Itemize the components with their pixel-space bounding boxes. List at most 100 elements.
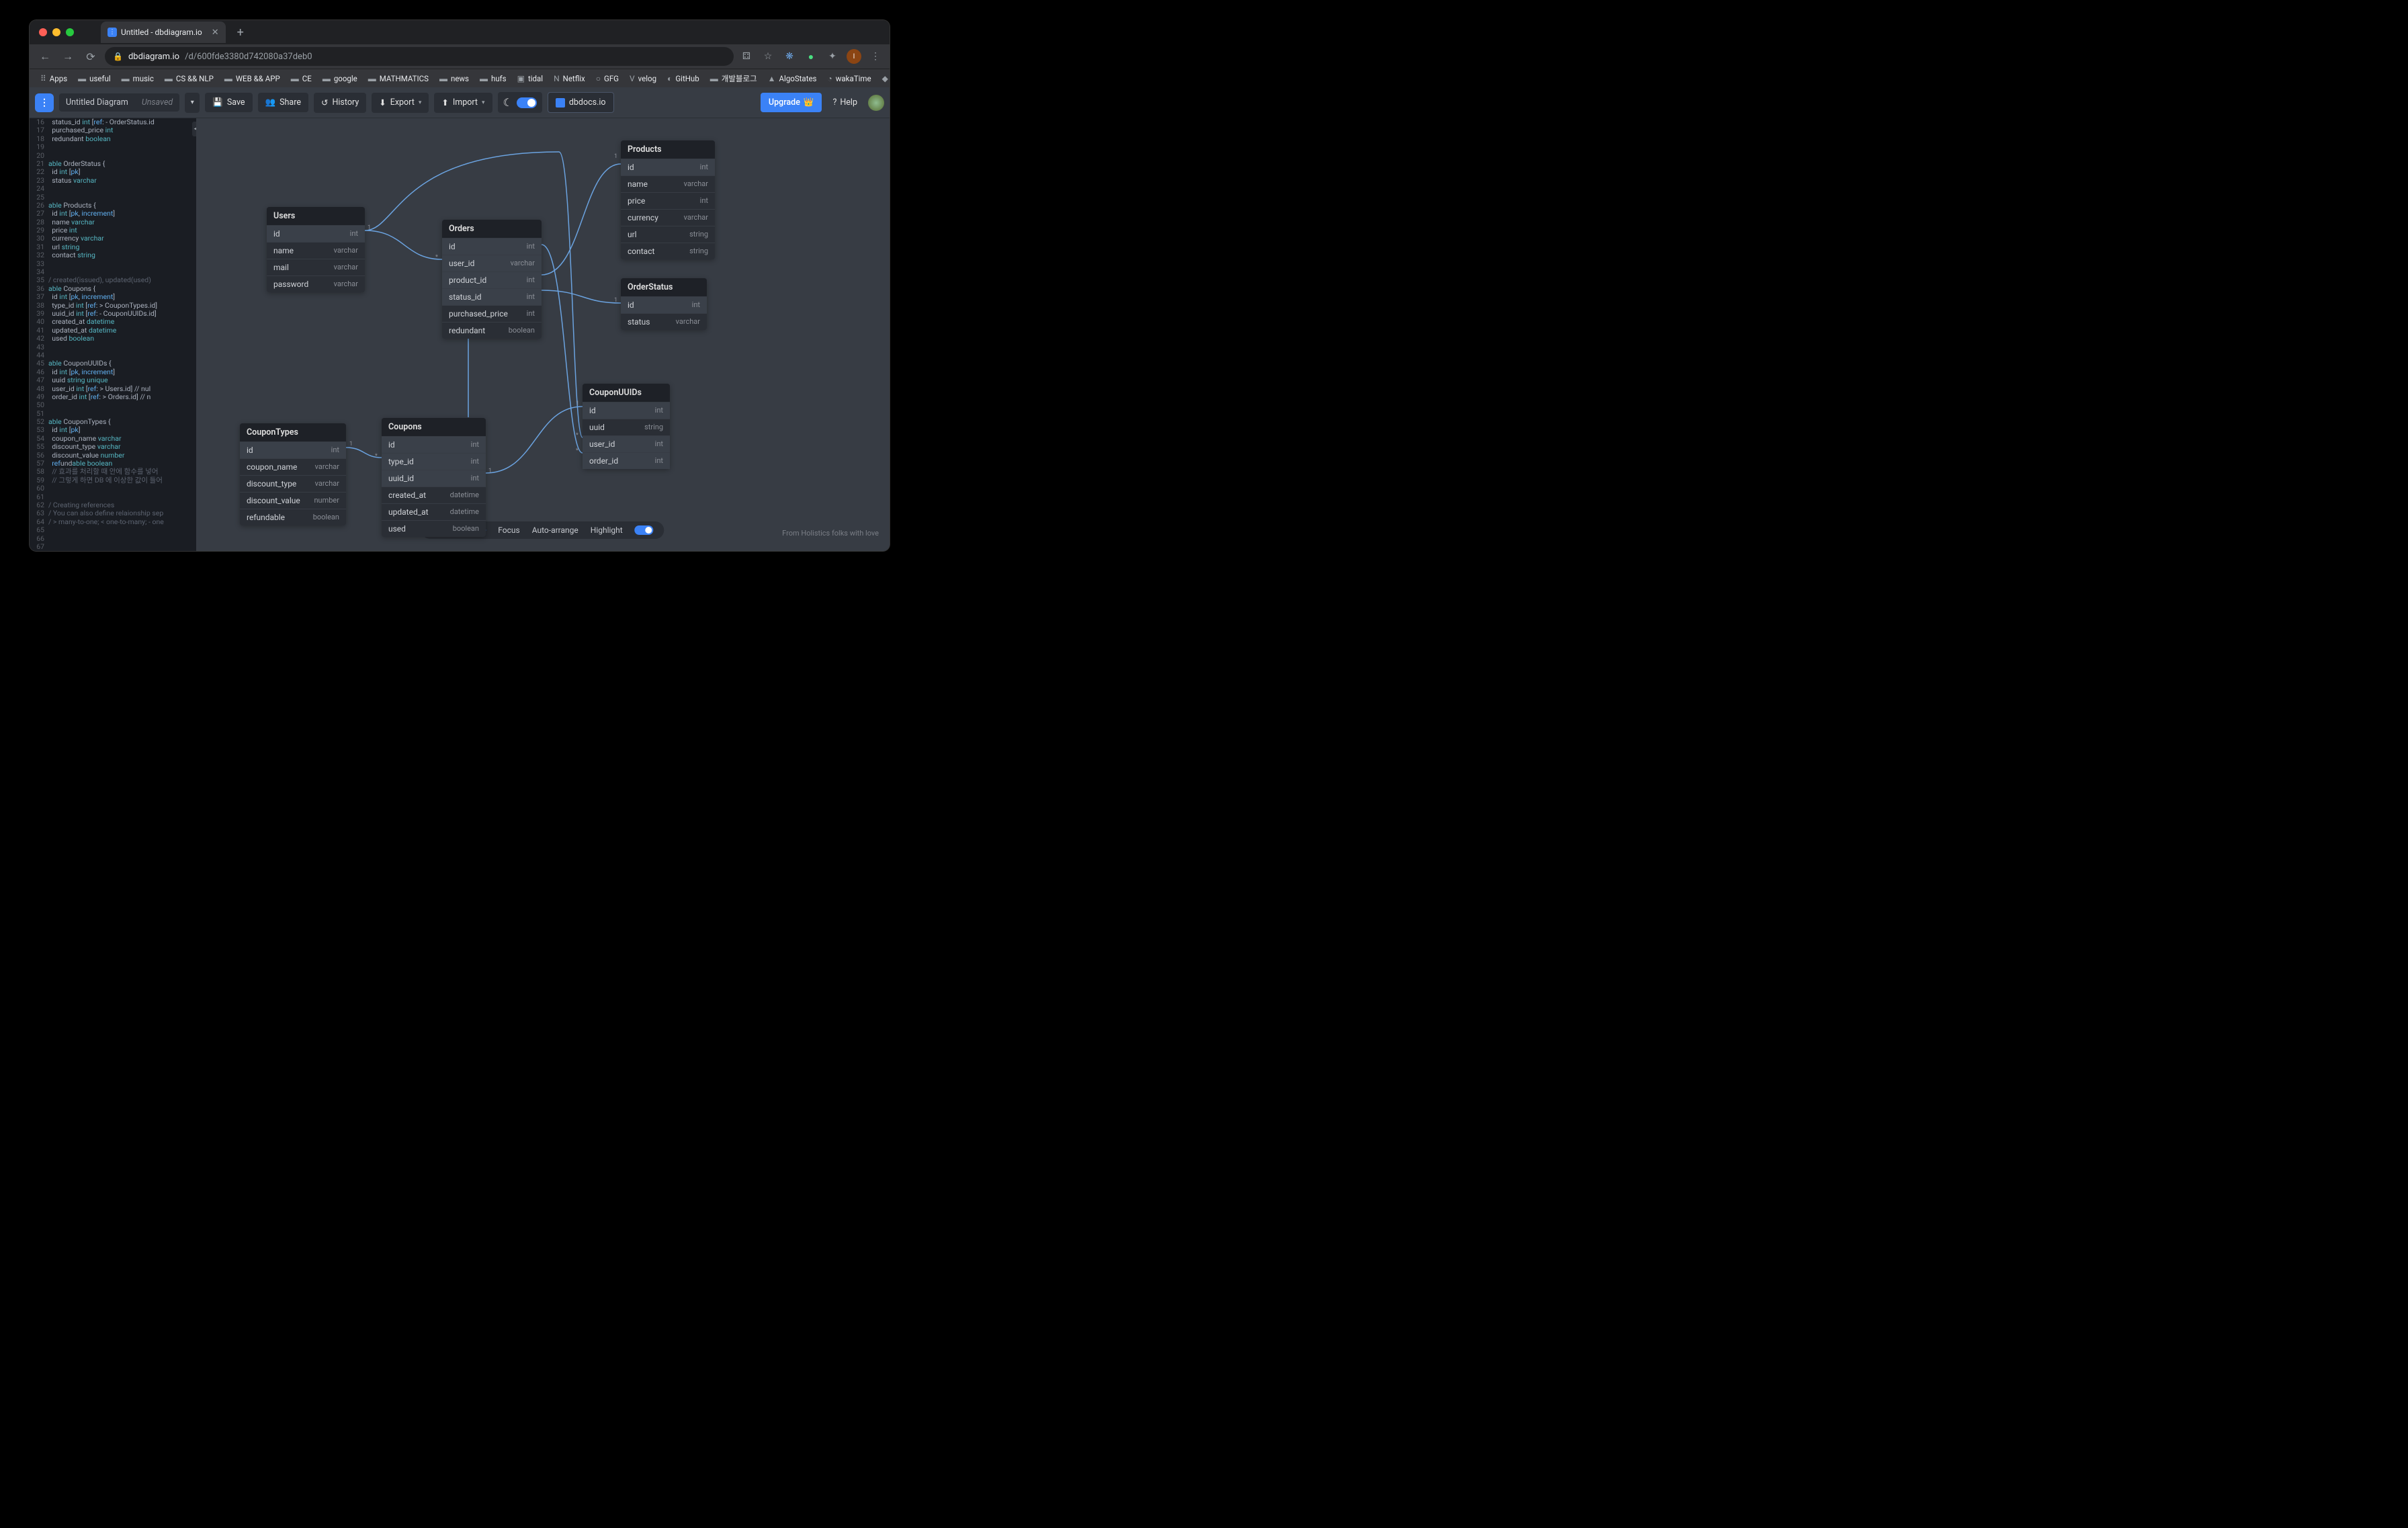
table-column[interactable]: usedboolean [382, 520, 486, 537]
export-button[interactable]: ⬇Export▾ [372, 93, 429, 113]
bookmark-item[interactable]: ▬CE [287, 72, 316, 85]
new-tab-button[interactable]: + [232, 26, 249, 40]
table-column[interactable]: created_atdatetime [382, 486, 486, 503]
highlight-toggle[interactable] [635, 525, 654, 535]
bookmark-item[interactable]: Vvelog [626, 72, 660, 85]
diagram-dropdown[interactable]: ▾ [185, 93, 200, 113]
table-column[interactable]: contactstring [621, 243, 715, 259]
profile-avatar[interactable]: I [847, 49, 861, 64]
table-header[interactable]: Coupons [382, 418, 486, 436]
bookmark-item[interactable]: ◔wakaTime [824, 72, 875, 85]
table-column[interactable]: redundantboolean [442, 322, 542, 339]
table-header[interactable]: CouponTypes [240, 423, 346, 441]
bookmark-item[interactable]: ▬WEB && APP [220, 72, 284, 85]
bookmark-item[interactable]: ▬google [318, 72, 361, 85]
table-column[interactable]: idint [382, 436, 486, 453]
back-button[interactable]: ← [36, 48, 54, 65]
minimize-window-button[interactable] [52, 28, 60, 36]
table-column[interactable]: idint [267, 225, 365, 242]
share-button[interactable]: 👥Share [258, 93, 308, 112]
ext-icon-1[interactable]: ❋ [782, 49, 797, 64]
bookmark-item[interactable]: ▬news [435, 72, 473, 85]
table-orders[interactable]: Ordersidintuser_idvarcharproduct_idintst… [442, 220, 542, 339]
import-button[interactable]: ⬆Import▾ [434, 93, 492, 113]
bookmark-item[interactable]: NNetflix [550, 72, 589, 85]
table-coupons[interactable]: Couponsidinttype_idintuuid_idintcreated_… [382, 418, 486, 537]
toggle-switch[interactable] [517, 97, 537, 108]
table-column[interactable]: idint [240, 441, 346, 458]
table-column[interactable]: product_idint [442, 271, 542, 288]
bookmark-item[interactable]: ○GFG [592, 72, 623, 85]
table-couponuuids[interactable]: CouponUUIDsidintuuidstringuser_idintorde… [583, 384, 670, 469]
table-column[interactable]: idint [442, 238, 542, 255]
browser-tab[interactable]: ⋮ Untitled - dbdiagram.io ✕ [101, 22, 226, 43]
table-column[interactable]: order_idint [583, 452, 670, 469]
maximize-window-button[interactable] [66, 28, 74, 36]
table-column[interactable]: urlstring [621, 226, 715, 243]
ext-icon-2[interactable]: ● [804, 49, 818, 64]
table-column[interactable]: status_idint [442, 288, 542, 305]
bookmark-item[interactable]: ▬CS && NLP [161, 72, 218, 85]
theme-toggle[interactable]: ☾ [498, 92, 542, 113]
upgrade-button[interactable]: Upgrade👑 [761, 93, 822, 112]
forward-button[interactable]: → [59, 48, 77, 65]
table-column[interactable]: purchased_priceint [442, 305, 542, 322]
extensions-icon[interactable]: ✦ [825, 49, 840, 64]
app-logo-icon[interactable]: ⋮ [35, 93, 54, 112]
table-column[interactable]: type_idint [382, 453, 486, 470]
table-column[interactable]: uuidstring [583, 419, 670, 435]
table-users[interactable]: Usersidintnamevarcharmailvarcharpassword… [267, 207, 365, 292]
table-column[interactable]: currencyvarchar [621, 209, 715, 226]
bookmark-item[interactable]: ▬MATHMATICS [364, 72, 433, 85]
table-column[interactable]: updated_atdatetime [382, 503, 486, 520]
history-button[interactable]: ↺History [314, 93, 366, 113]
bookmark-item[interactable]: ▬hufs [476, 72, 511, 85]
table-coupontypes[interactable]: CouponTypesidintcoupon_namevarchardiscou… [240, 423, 346, 525]
table-header[interactable]: CouponUUIDs [583, 384, 670, 402]
table-header[interactable]: Products [621, 140, 715, 159]
save-button[interactable]: 💾Save [205, 93, 252, 112]
bookmark-item[interactable]: ▬useful [74, 72, 115, 85]
close-window-button[interactable] [39, 28, 47, 36]
table-products[interactable]: Productsidintnamevarcharpriceintcurrency… [621, 140, 715, 259]
bookmark-item[interactable]: ⠿Apps [36, 72, 71, 85]
table-column[interactable]: user_idvarchar [442, 255, 542, 271]
bookmark-item[interactable]: ▬개발블로그 [706, 71, 761, 86]
table-column[interactable]: mailvarchar [267, 259, 365, 275]
reload-button[interactable]: ⟳ [82, 48, 99, 65]
bookmark-item[interactable]: ◐GitHub [663, 72, 703, 85]
table-column[interactable]: discount_typevarchar [240, 475, 346, 492]
table-column[interactable]: coupon_namevarchar [240, 458, 346, 475]
table-column[interactable]: idint [621, 159, 715, 175]
table-column[interactable]: statusvarchar [621, 313, 707, 330]
table-column[interactable]: passwordvarchar [267, 275, 365, 292]
focus-button[interactable]: Focus [498, 525, 519, 535]
bookmark-item[interactable]: ◆leetcode [878, 72, 890, 85]
star-icon[interactable]: ☆ [761, 49, 775, 64]
table-orderstatus[interactable]: OrderStatusidintstatusvarchar [621, 278, 707, 330]
user-avatar[interactable] [868, 95, 884, 111]
table-column[interactable]: namevarchar [621, 175, 715, 192]
code-editor[interactable]: ◀ 16 status_id int [ref: - OrderStatus.i… [30, 118, 196, 551]
diagram-canvas[interactable]: 104 % Focus Auto-arrange Highlight From … [196, 118, 890, 551]
translate-icon[interactable]: ⚃ [739, 49, 754, 64]
bookmark-item[interactable]: ▬music [118, 72, 158, 85]
table-column[interactable]: discount_valuenumber [240, 492, 346, 509]
table-header[interactable]: Orders [442, 220, 542, 238]
table-column[interactable]: priceint [621, 192, 715, 209]
close-tab-icon[interactable]: ✕ [212, 28, 219, 38]
table-column[interactable]: idint [583, 402, 670, 419]
table-column[interactable]: namevarchar [267, 242, 365, 259]
collapse-editor-button[interactable]: ◀ [192, 122, 196, 136]
table-column[interactable]: uuid_idint [382, 470, 486, 486]
menu-icon[interactable]: ⋮ [868, 49, 883, 64]
help-button[interactable]: ?Help [827, 93, 863, 112]
table-header[interactable]: Users [267, 207, 365, 225]
auto-arrange-button[interactable]: Auto-arrange [532, 525, 578, 535]
url-input[interactable]: 🔒 dbdiagram.io/d/600fde3380d742080a37deb… [105, 47, 734, 66]
table-column[interactable]: idint [621, 296, 707, 313]
table-header[interactable]: OrderStatus [621, 278, 707, 296]
bookmark-item[interactable]: ▲AlgoStates [764, 72, 821, 85]
diagram-title-box[interactable]: Untitled Diagram Unsaved [59, 93, 179, 112]
table-column[interactable]: user_idint [583, 435, 670, 452]
